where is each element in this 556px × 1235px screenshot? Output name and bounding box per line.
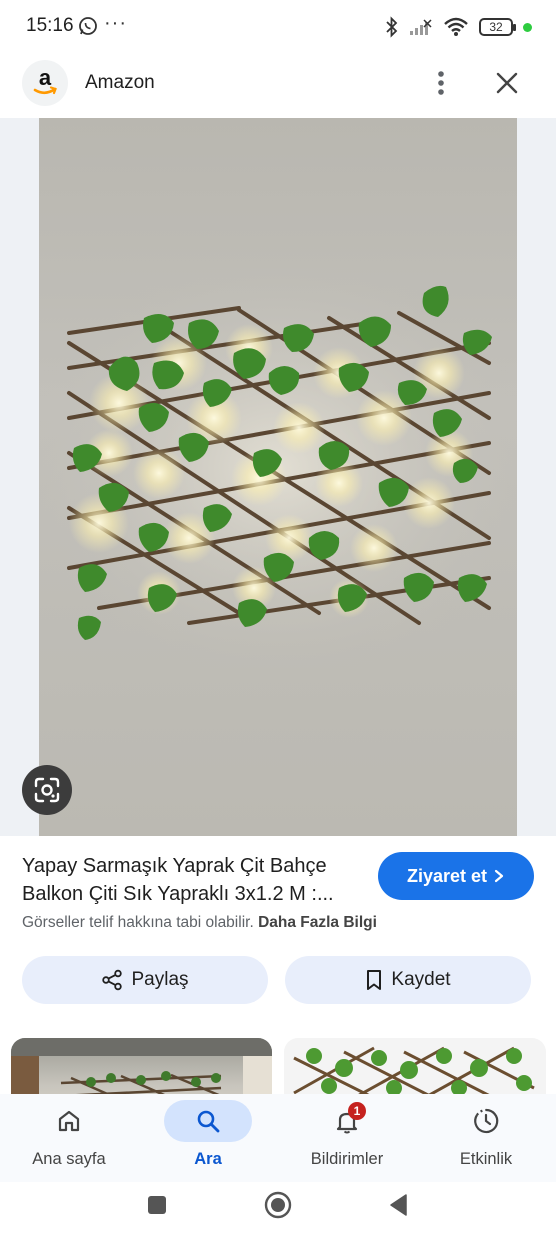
nav-search[interactable]: Ara: [148, 1094, 268, 1182]
product-photo[interactable]: [39, 118, 517, 836]
save-button-label: Kaydet: [391, 969, 451, 990]
thumbnail-image: [11, 1038, 272, 1096]
image-viewer: [0, 118, 556, 836]
search-icon: [197, 1110, 220, 1133]
back-triangle-icon: [390, 1194, 407, 1216]
home-system-button[interactable]: [263, 1190, 293, 1220]
whatsapp-icon: [79, 17, 97, 35]
thumbnail-image: [293, 1046, 535, 1096]
nav-activity[interactable]: Etkinlik: [426, 1094, 546, 1182]
notification-badge: 1: [348, 1102, 366, 1120]
nav-notifications[interactable]: 1 Bildirimler: [287, 1094, 407, 1182]
nav-activity-pill: [442, 1100, 530, 1142]
amazon-logo[interactable]: a: [22, 60, 68, 106]
copyright-notice: Görseller telif hakkına tabi olabilir. D…: [22, 914, 377, 932]
nav-home-pill: [25, 1100, 113, 1142]
result-info: Yapay Sarmaşık Yaprak Çit Bahçe Balkon Ç…: [0, 836, 556, 1036]
related-thumbnail[interactable]: [284, 1038, 546, 1096]
share-button[interactable]: Paylaş: [22, 956, 268, 1004]
visit-button[interactable]: Ziyaret et: [378, 852, 534, 900]
chevron-right-icon: [494, 869, 504, 883]
home-circle-icon: [264, 1191, 292, 1219]
related-images: [0, 1036, 556, 1096]
status-icons: 32: [385, 15, 532, 39]
bluetooth-icon: [386, 16, 398, 38]
close-icon[interactable]: [494, 70, 520, 96]
privacy-dot: [523, 22, 532, 32]
status-more-dots: ···: [104, 12, 127, 34]
amazon-logo-mark: a: [33, 66, 57, 95]
share-icon: [102, 969, 123, 991]
bottom-navigation: Ana sayfa Ara 1 Bildirimler Etkinlik: [0, 1094, 556, 1182]
wifi-icon: [444, 17, 468, 36]
more-vert-icon[interactable]: [428, 68, 454, 98]
page-header: a Amazon: [0, 54, 556, 116]
copyright-text: Görseller telif hakkına tabi olabilir.: [22, 914, 254, 931]
nav-home[interactable]: Ana sayfa: [9, 1094, 129, 1182]
nav-notifications-pill: 1: [303, 1100, 391, 1142]
product-title[interactable]: Yapay Sarmaşık Yaprak Çit Bahçe Balkon Ç…: [22, 852, 367, 908]
status-bar: 15:16 ··· 32: [0, 0, 556, 54]
google-lens-icon: [34, 777, 60, 803]
logo-letter: a: [39, 66, 52, 90]
related-thumbnail[interactable]: [11, 1038, 272, 1096]
visit-button-label: Ziyaret et: [406, 865, 488, 886]
nav-home-label: Ana sayfa: [32, 1150, 106, 1168]
site-title: Amazon: [85, 72, 155, 93]
share-button-label: Paylaş: [131, 969, 189, 990]
nav-activity-label: Etkinlik: [459, 1150, 513, 1168]
back-button[interactable]: [384, 1190, 414, 1220]
more-info-link[interactable]: Daha Fazla Bilgi: [258, 914, 377, 931]
battery-indicator: 32: [479, 18, 516, 36]
nav-notifications-label: Bildirimler: [310, 1150, 384, 1168]
activity-icon: [474, 1108, 499, 1134]
nav-search-label: Ara: [194, 1150, 222, 1168]
save-button[interactable]: Kaydet: [285, 956, 531, 1004]
trellis-illustration: [39, 268, 517, 668]
nav-search-pill: [164, 1100, 252, 1142]
system-navigation: [0, 1182, 556, 1235]
status-time: 15:16: [26, 15, 74, 36]
google-lens-button[interactable]: [22, 765, 72, 815]
recents-icon: [148, 1196, 166, 1214]
bookmark-icon: [367, 970, 382, 990]
recents-button[interactable]: [142, 1190, 172, 1220]
home-icon: [58, 1110, 80, 1132]
signal-icon: [410, 19, 432, 35]
